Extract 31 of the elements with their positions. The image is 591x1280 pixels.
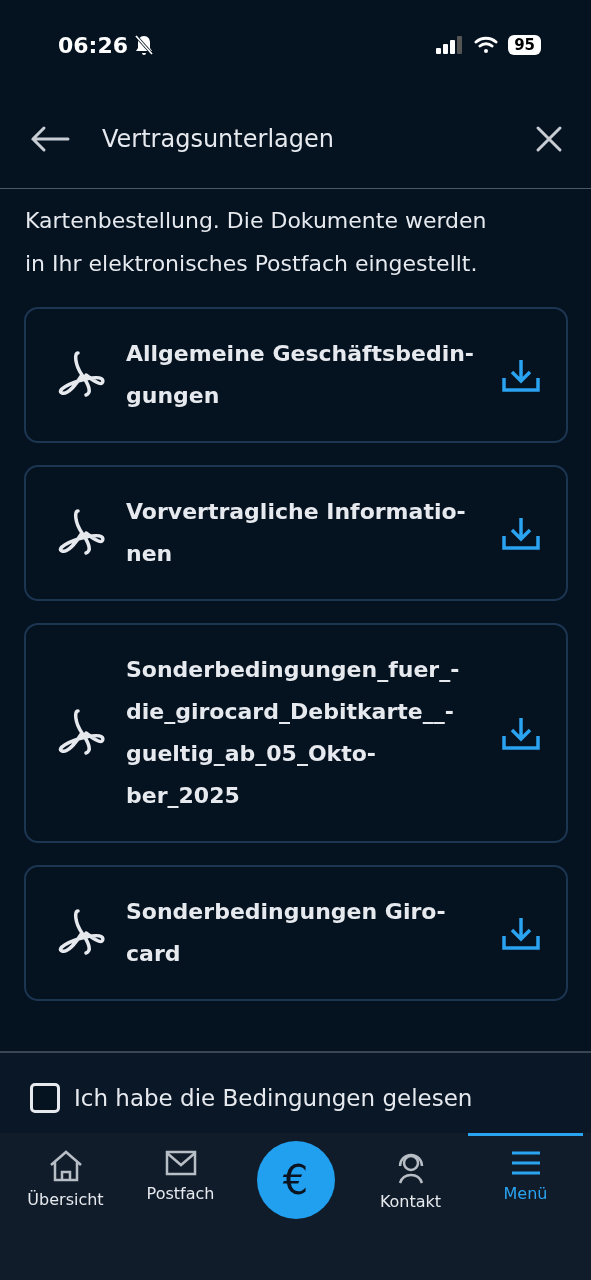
document-title: Sonderbedingungen Giro- card — [126, 898, 447, 968]
battery-level: 95 — [508, 35, 541, 55]
menu-icon — [509, 1150, 542, 1176]
document-card[interactable]: Allgemeine Geschäftsbedin- gungen — [24, 307, 568, 443]
document-title: Vorvertragliche Informatio- nen — [126, 498, 467, 568]
wifi-icon — [474, 36, 499, 54]
euro-button[interactable]: € — [256, 1141, 335, 1219]
back-button[interactable] — [30, 125, 70, 153]
mail-icon — [164, 1150, 197, 1176]
close-button[interactable] — [535, 125, 563, 153]
download-icon[interactable] — [502, 716, 540, 750]
nav-tab[interactable]: Kontakt — [353, 1133, 468, 1211]
nav-tab[interactable]: Übersicht — [8, 1133, 123, 1209]
nav-tab[interactable]: Menü — [468, 1133, 583, 1203]
document-title: Sonderbedingungen_fuer_- die_girocard_Debitkarte__- gueltig_ab_05_Okto- ber_2025 — [126, 656, 461, 810]
document-card[interactable]: Sonderbedingungen Giro- card — [24, 865, 568, 1001]
intro-text: Kartenbestellung. Die Dokumente werden in Ihr elektronisches Postfach eingestellt. — [25, 207, 488, 278]
document-card[interactable]: Vorvertragliche Informatio- nen — [24, 465, 568, 601]
bell-muted-icon — [134, 34, 155, 56]
checkbox[interactable] — [30, 1083, 60, 1113]
download-icon[interactable] — [502, 516, 540, 550]
signal-icon — [436, 36, 465, 54]
home-icon — [48, 1150, 83, 1182]
nav-tab[interactable]: Postfach — [123, 1133, 238, 1203]
checkbox-label: Ich habe die Bedingungen gelesen — [74, 1085, 473, 1111]
document-title: Allgemeine Geschäftsbedin- gungen — [126, 340, 475, 410]
page-title: Vertragsunterlagen — [102, 125, 335, 153]
download-icon[interactable] — [502, 358, 540, 392]
download-icon[interactable] — [502, 916, 540, 950]
document-card[interactable]: Sonderbedingungen_fuer_- die_girocard_Debitkarte__- gueltig_ab_05_Okto- ber_2025 — [24, 623, 568, 843]
status-time: 06:26 — [58, 32, 129, 58]
